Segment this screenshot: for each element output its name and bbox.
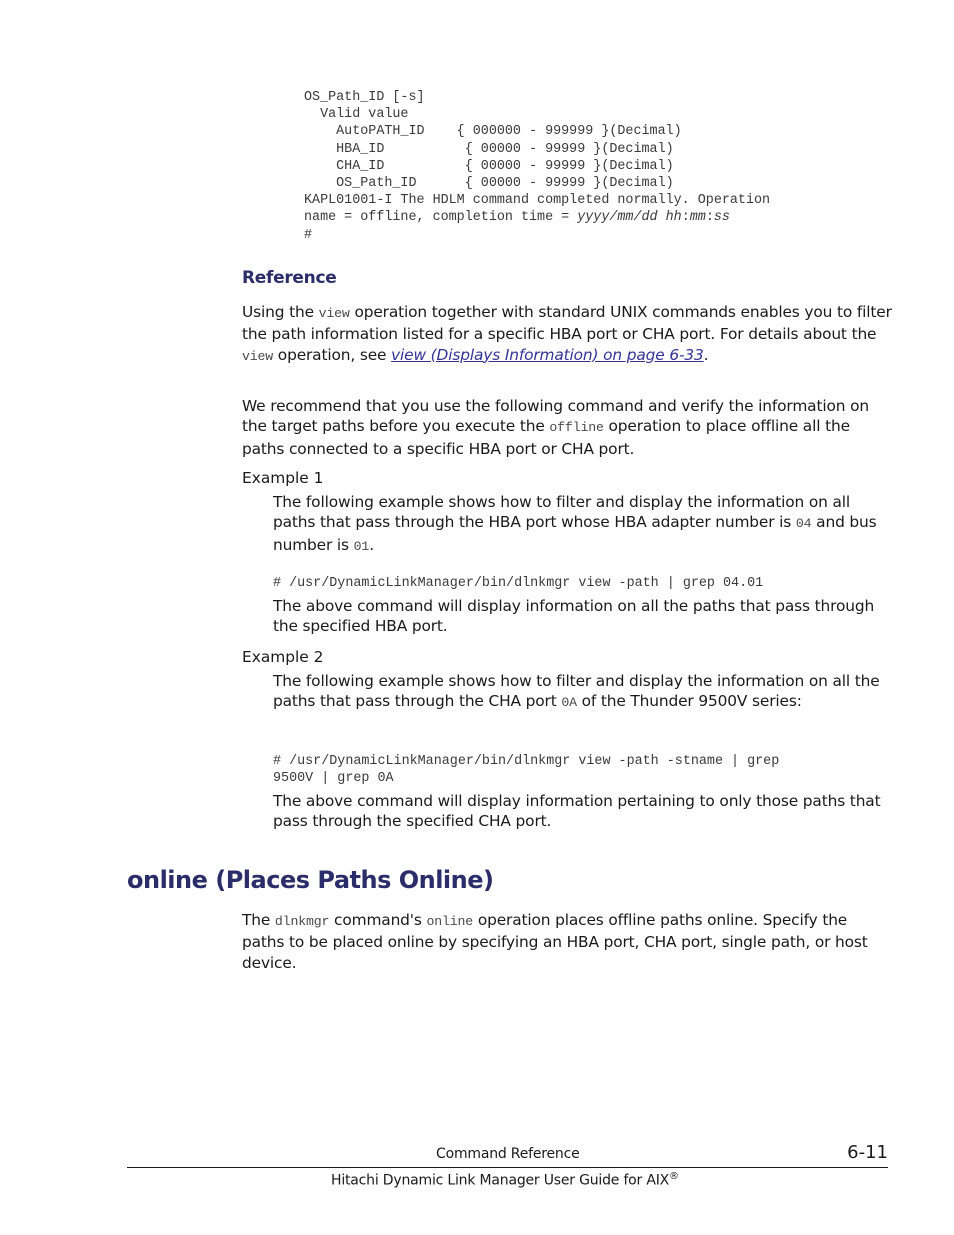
footer-divider xyxy=(127,1167,888,1168)
code-line: KAPL01001-I The HDLM command completed n… xyxy=(304,193,771,209)
code-line-completion: name = offline, completion time = yyyy/m… xyxy=(304,210,730,226)
example-1-label: Example 1 xyxy=(242,469,324,487)
inline-code: 04 xyxy=(795,516,812,532)
reference-paragraph-2: We recommend that you use the following … xyxy=(242,397,869,458)
inline-code: 0A xyxy=(561,695,577,711)
example-2-description: The following example shows how to filte… xyxy=(273,672,880,711)
example-1-result: The above command will display informati… xyxy=(273,597,875,636)
inline-code: online xyxy=(426,914,474,929)
example-1-description: The following example shows how to filte… xyxy=(273,493,877,554)
inline-code: dlnkmgr xyxy=(274,914,330,929)
code-line: HBA_ID { 00000 - 99999 }(Decimal) xyxy=(304,141,674,157)
example-1-command: # /usr/DynamicLinkManager/bin/dlnkmgr vi… xyxy=(273,576,764,591)
view-operation-link[interactable]: view (Displays Information) on page 6-33 xyxy=(391,346,704,364)
inline-code: view xyxy=(242,348,274,364)
footer-document-title: Hitachi Dynamic Link Manager User Guide … xyxy=(331,1171,679,1189)
reference-paragraph-1: Using the view operation together with s… xyxy=(242,303,892,364)
code-line: Valid value xyxy=(304,107,409,123)
footer-page-number: 6-11 xyxy=(847,1142,888,1163)
inline-code: offline xyxy=(549,420,604,436)
example-2-label: Example 2 xyxy=(242,648,324,666)
example-2-command: # /usr/DynamicLinkManager/bin/dlnkmgr vi… xyxy=(273,754,780,787)
code-line: OS_Path_ID { 00000 - 99999 }(Decimal) xyxy=(304,176,674,192)
code-line: CHA_ID { 00000 - 99999 }(Decimal) xyxy=(304,158,674,174)
online-section-paragraph: The dlnkmgr command's online operation p… xyxy=(242,911,868,972)
inline-code: 01 xyxy=(353,538,370,554)
registered-mark: ® xyxy=(669,1171,679,1182)
footer-section-name: Command Reference xyxy=(436,1146,580,1162)
code-line: OS_Path_ID [-s] xyxy=(304,90,425,105)
inline-code: view xyxy=(318,306,350,321)
example-2-result: The above command will display informati… xyxy=(273,792,881,831)
command-output-code-block: OS_Path_ID [-s] Valid value AutoPATH_ID … xyxy=(304,89,770,244)
online-section-heading: online (Places Paths Online) xyxy=(127,866,494,894)
code-prompt: # xyxy=(304,227,313,243)
reference-heading: Reference xyxy=(242,268,337,288)
code-line: AutoPATH_ID { 000000 - 999999 }(Decimal) xyxy=(304,124,682,140)
